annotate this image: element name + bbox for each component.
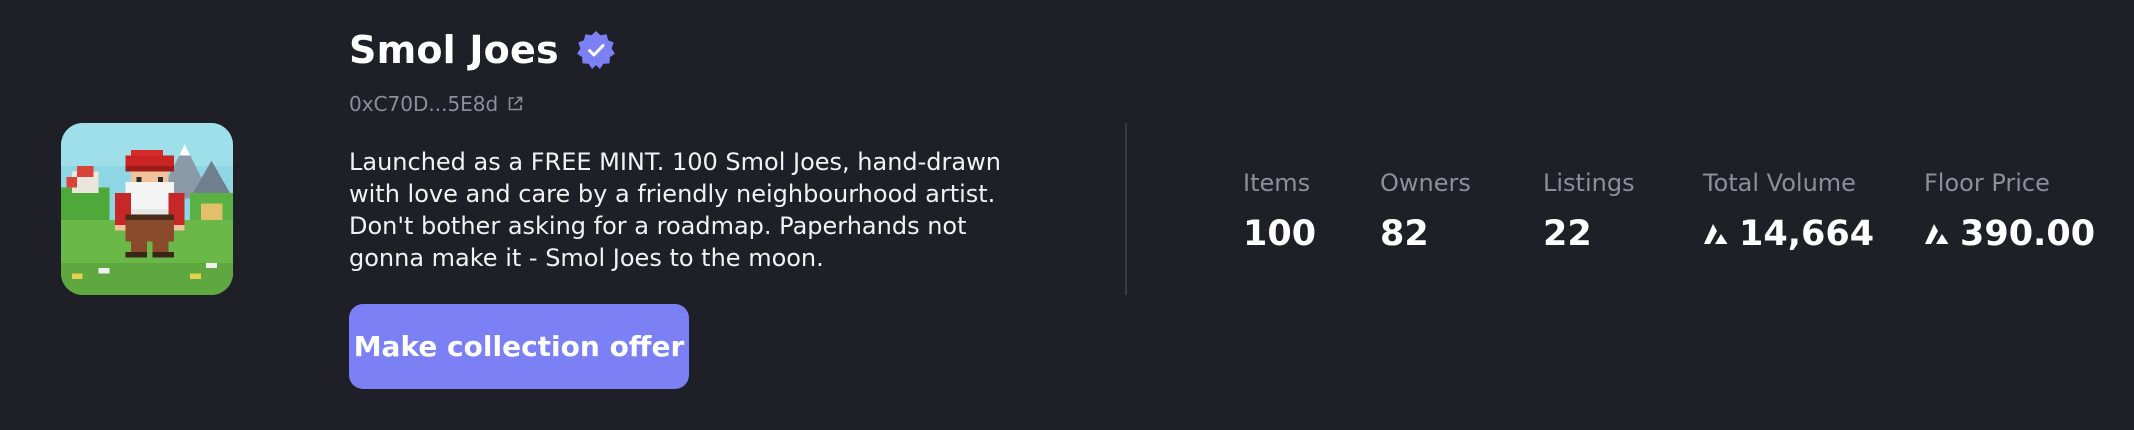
stat-label: Items xyxy=(1243,169,1311,197)
stat-listings: Listings 22 xyxy=(1543,168,1635,254)
stat-value: 100 xyxy=(1243,214,1317,254)
stat-label: Total Volume xyxy=(1703,169,1856,197)
title-row: Smol Joes xyxy=(349,28,617,72)
collection-avatar xyxy=(61,123,233,295)
stat-label: Floor Price xyxy=(1924,169,2050,197)
collection-header: Smol Joes 0xC70D...5E8d Launched as a FR… xyxy=(0,0,2134,430)
stat-owners: Owners 82 xyxy=(1380,168,1471,254)
stat-items: Items 100 xyxy=(1243,168,1316,254)
stat-value: 22 xyxy=(1543,214,1592,254)
contract-address-link[interactable]: 0xC70D...5E8d xyxy=(349,92,524,116)
avax-icon xyxy=(1703,222,1729,246)
collection-description: Launched as a FREE MINT. 100 Smol Joes, … xyxy=(349,148,1001,272)
verified-badge-icon xyxy=(575,29,617,71)
stat-label: Owners xyxy=(1380,169,1471,197)
external-link-icon xyxy=(506,95,524,113)
stat-floor-price: Floor Price 390.00 xyxy=(1924,168,2095,254)
divider xyxy=(1125,123,1127,295)
stat-value: 82 xyxy=(1380,214,1429,254)
make-collection-offer-button[interactable]: Make collection offer xyxy=(349,304,689,389)
avax-icon xyxy=(1924,222,1950,246)
stat-value: 14,664 xyxy=(1739,214,1875,254)
collection-title: Smol Joes xyxy=(349,28,559,72)
stat-value: 390.00 xyxy=(1960,214,2096,254)
smol-joe-pixel-art xyxy=(61,123,233,295)
contract-address: 0xC70D...5E8d xyxy=(349,92,499,116)
stat-label: Listings xyxy=(1543,169,1635,197)
stat-total-volume: Total Volume 14,664 xyxy=(1703,168,1874,254)
